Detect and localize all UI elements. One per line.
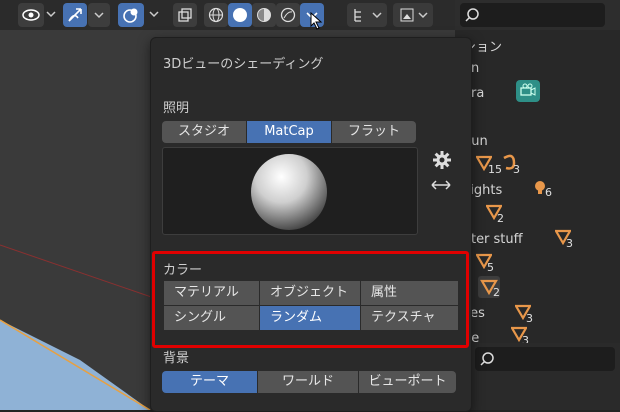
properties-search-input[interactable] <box>475 347 615 371</box>
count-badge: 3 <box>526 312 533 325</box>
gizmo-toggle-button[interactable] <box>63 3 87 27</box>
search-icon <box>465 8 479 22</box>
filter-button[interactable] <box>393 3 433 27</box>
color-texture-button[interactable]: テクスチャ <box>361 306 458 330</box>
gear-icon[interactable] <box>432 150 452 170</box>
filter-icon <box>400 8 428 22</box>
matcap-sphere <box>251 154 327 230</box>
solid-icon <box>233 8 247 22</box>
lighting-studio-button[interactable]: スタジオ <box>162 121 247 143</box>
rendered-icon <box>280 7 296 23</box>
color-object-button[interactable]: オブジェクト <box>260 281 360 305</box>
background-label: 背景 <box>163 351 190 366</box>
background-viewport-button[interactable]: ビューポート <box>359 371 456 393</box>
color-material-button[interactable]: マテリアル <box>164 281 259 305</box>
lighting-label: 照明 <box>163 101 190 116</box>
camera-icon <box>520 83 536 96</box>
cursor-icon <box>68 8 82 22</box>
xray-icon <box>178 8 192 22</box>
overlay-icon <box>123 8 138 23</box>
overlay-toggle-button[interactable] <box>118 3 144 27</box>
count-badge: 3 <box>566 237 573 250</box>
shading-popover: 3Dビューのシェーディング 照明 スタジオ MatCap フラット カラー マテ… <box>150 37 472 412</box>
search-icon <box>480 352 494 366</box>
material-preview-button[interactable] <box>252 3 276 27</box>
chevron-down-icon[interactable] <box>148 8 160 20</box>
count-badge: 3 <box>513 163 520 176</box>
popover-title: 3Dビューのシェーディング <box>163 57 324 72</box>
color-attribute-button[interactable]: 属性 <box>361 281 458 305</box>
mouse-cursor-icon <box>310 12 323 30</box>
matcap-preview[interactable] <box>162 147 418 235</box>
color-single-button[interactable]: シングル <box>164 306 259 330</box>
chevron-down-icon <box>94 12 104 19</box>
wireframe-shading-button[interactable] <box>204 3 228 27</box>
color-options-grid: マテリアル オブジェクト 属性 シングル ランダム テクスチャ <box>164 281 458 330</box>
background-selector: テーマ ワールド ビューポート <box>162 371 456 393</box>
background-world-button[interactable]: ワールド <box>258 371 359 393</box>
rendered-shading-button[interactable] <box>276 3 300 27</box>
xray-toggle-button[interactable] <box>173 3 197 27</box>
outliner-display-icon <box>354 9 382 22</box>
color-label: カラー <box>163 263 203 278</box>
count-badge: 2 <box>497 212 504 225</box>
color-random-button[interactable]: ランダム <box>260 306 360 330</box>
outliner-search-input[interactable] <box>460 3 605 27</box>
lighting-matcap-button[interactable]: MatCap <box>247 121 332 143</box>
solid-shading-button[interactable] <box>228 3 252 27</box>
count-badge: 2 <box>493 286 500 299</box>
visibility-button[interactable] <box>18 3 44 27</box>
lighting-flat-button[interactable]: フラット <box>332 121 416 143</box>
background-theme-button[interactable]: テーマ <box>162 371 258 393</box>
lighting-selector: スタジオ MatCap フラット <box>162 121 416 143</box>
material-preview-icon <box>257 8 271 22</box>
camera-data-button[interactable] <box>516 80 540 102</box>
count-badge: 5 <box>487 261 494 274</box>
wireframe-icon <box>208 7 224 23</box>
flip-arrow-icon[interactable] <box>430 178 452 192</box>
display-mode-button[interactable] <box>347 3 387 27</box>
chevron-down-icon[interactable] <box>45 8 57 20</box>
gizmo-dropdown-button[interactable] <box>88 3 110 27</box>
eye-icon <box>22 9 40 21</box>
count-badge: 6 <box>545 186 552 199</box>
